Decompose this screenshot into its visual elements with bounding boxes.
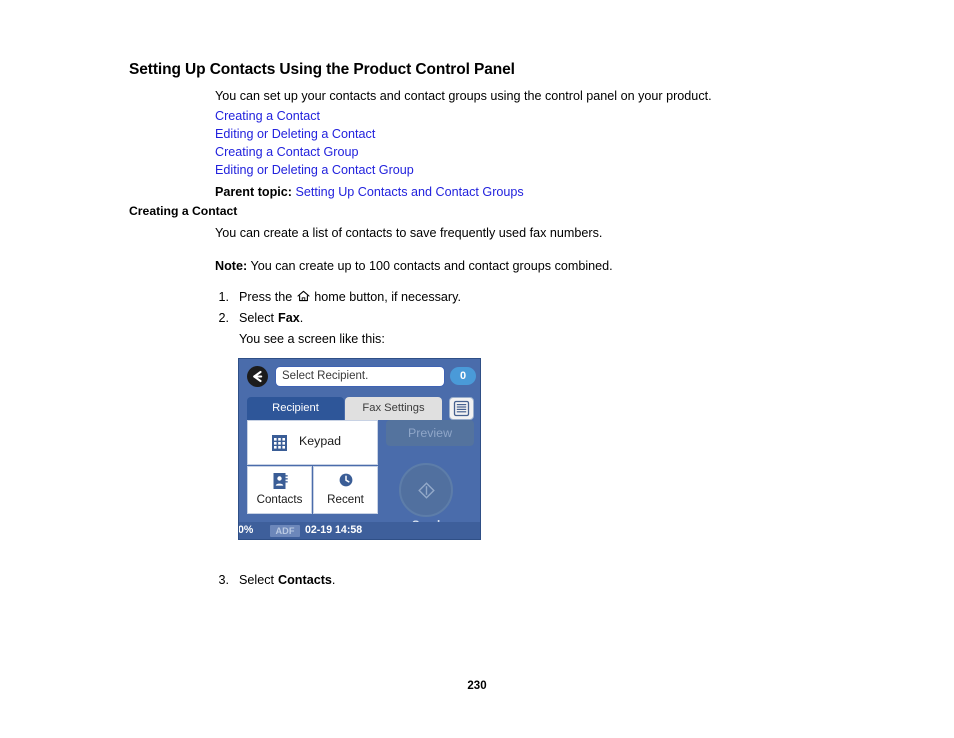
- step-2-text-before: Select: [239, 311, 275, 325]
- control-panel-tab-row: Recipient Fax Settings: [239, 395, 480, 420]
- recent-button[interactable]: Recent: [313, 466, 378, 514]
- note-label: Note:: [215, 259, 248, 273]
- keypad-label: Keypad: [299, 434, 342, 448]
- adf-status-badge: ADF: [270, 525, 300, 537]
- intro-paragraph: You can set up your contacts and contact…: [215, 89, 712, 103]
- contacts-button[interactable]: Contacts: [247, 466, 312, 514]
- step-3-number: 3.: [218, 573, 229, 587]
- page-title: Setting Up Contacts Using the Product Co…: [129, 61, 515, 78]
- keypad-icon: [271, 434, 288, 452]
- step-2-followup-text: You see a screen like this:: [239, 332, 385, 346]
- datetime-status: 02-19 14:58: [305, 524, 363, 536]
- step-3-text-before: Select: [239, 573, 275, 587]
- document-page: Setting Up Contacts Using the Product Co…: [0, 0, 954, 738]
- page-number: 230: [467, 680, 487, 692]
- parent-topic-label: Parent topic:: [215, 185, 292, 199]
- step-3-text: Select Contacts.: [239, 573, 335, 587]
- step-2-bold-term: Fax: [278, 311, 300, 325]
- preview-button[interactable]: Preview: [386, 420, 474, 446]
- topic-link-editing-or-deleting-a-contact[interactable]: Editing or Deleting a Contact: [215, 127, 375, 141]
- note-text: You can create up to 100 contacts and co…: [250, 259, 613, 273]
- address-book-icon: [271, 472, 288, 491]
- step-3-text-after: .: [331, 573, 336, 587]
- step-1-text: Press the home button, if necessary.: [239, 290, 461, 304]
- parent-topic-line: Parent topic: Setting Up Contacts and Co…: [215, 184, 524, 200]
- step-1-text-after: home button, if necessary.: [314, 290, 461, 304]
- note-paragraph: Note: You can create up to 100 contacts …: [215, 258, 613, 274]
- control-panel-screenshot: Select Recipient. 0 Recipient Fax Settin…: [238, 358, 481, 540]
- step-2-text: Select Fax.: [239, 311, 303, 325]
- keypad-button[interactable]: Keypad: [247, 420, 378, 465]
- control-panel-status-bar: 0% ADF 02-19 14:58: [238, 522, 480, 539]
- topic-link-creating-a-contact[interactable]: Creating a Contact: [215, 109, 320, 123]
- back-arrow-icon[interactable]: [247, 366, 268, 387]
- contacts-label: Contacts: [256, 493, 303, 506]
- parent-topic-link[interactable]: Setting Up Contacts and Contact Groups: [295, 185, 523, 199]
- start-diamond-icon: [417, 481, 435, 499]
- control-panel-topbar: Select Recipient. 0: [239, 359, 480, 395]
- home-icon: [297, 290, 310, 302]
- topic-link-creating-a-contact-group[interactable]: Creating a Contact Group: [215, 145, 359, 159]
- recipient-count-badge: 0: [450, 367, 476, 385]
- topic-link-editing-or-deleting-a-contact-group[interactable]: Editing or Deleting a Contact Group: [215, 163, 414, 177]
- step-2-text-after: .: [299, 311, 304, 325]
- tab-recipient[interactable]: Recipient: [247, 397, 344, 420]
- tab-fax-settings[interactable]: Fax Settings: [345, 397, 442, 420]
- menu-icon[interactable]: [449, 397, 474, 420]
- ink-percent-status: 0%: [238, 524, 254, 536]
- step-1-number: 1.: [218, 290, 229, 304]
- section-heading-creating-a-contact: Creating a Contact: [129, 204, 238, 218]
- recent-label: Recent: [327, 493, 364, 506]
- step-2-number: 2.: [218, 311, 229, 325]
- recipient-input[interactable]: Select Recipient.: [275, 366, 445, 387]
- clock-icon: [337, 472, 354, 491]
- send-button[interactable]: [399, 463, 453, 517]
- section-intro-paragraph: You can create a list of contacts to sav…: [215, 226, 603, 240]
- step-1-text-before: Press the: [239, 290, 293, 304]
- step-3-bold-term: Contacts: [278, 573, 332, 587]
